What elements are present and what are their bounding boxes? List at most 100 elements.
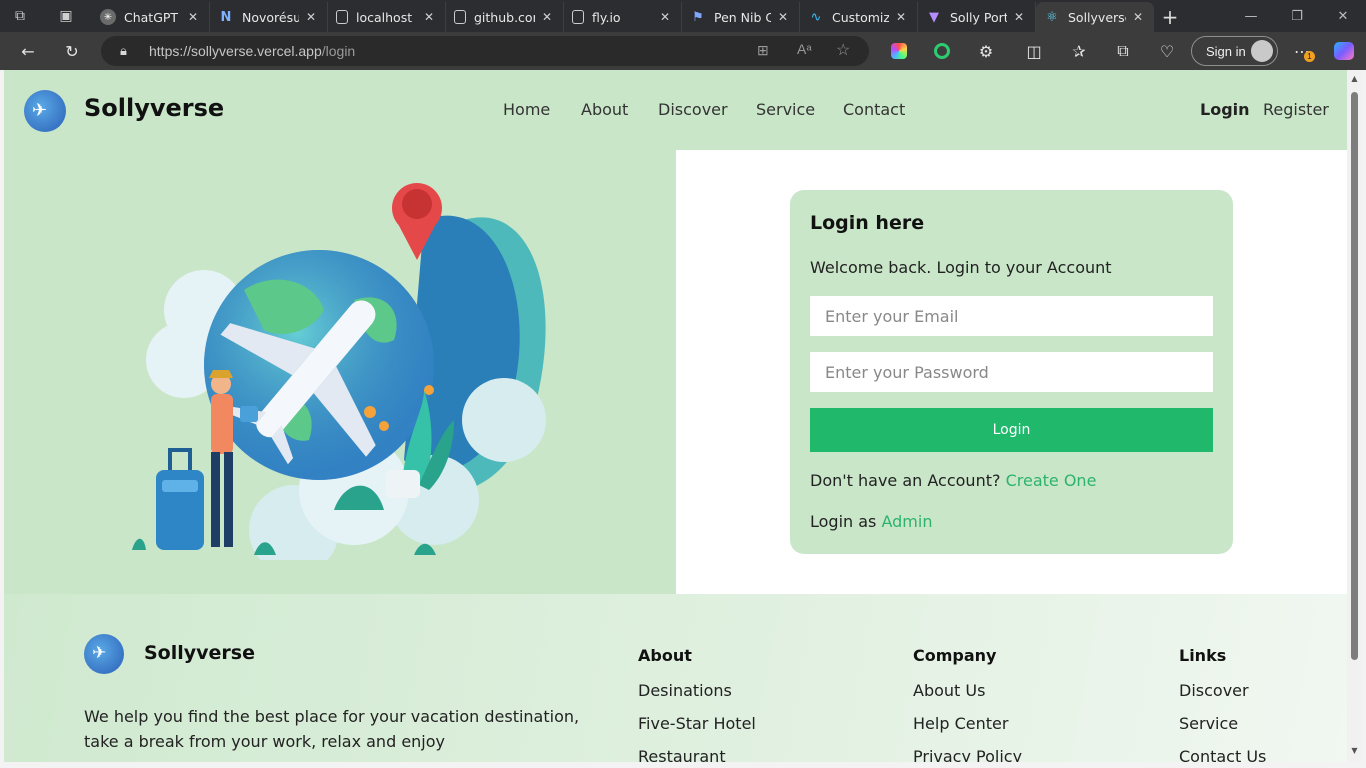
tab-title: fly.io — [592, 9, 621, 25]
tab-title: Sollyverse — [1068, 9, 1126, 25]
footer-link-service[interactable]: Service — [1179, 714, 1266, 733]
create-account-link[interactable]: Create One — [1006, 471, 1097, 490]
collections-icon[interactable]: ⧉ — [1110, 39, 1136, 63]
airplane-icon: ✈ — [92, 643, 107, 663]
tab-flyio[interactable]: fly.io ✕ — [564, 2, 682, 32]
app-available-icon[interactable]: ⊞ — [757, 42, 769, 59]
footer-link-help-center[interactable]: Help Center — [913, 714, 1022, 733]
close-window-icon[interactable]: ✕ — [1320, 0, 1366, 32]
close-icon[interactable]: ✕ — [539, 10, 555, 24]
airplane-icon: ✈ — [32, 100, 48, 121]
refresh-icon[interactable]: ↻ — [59, 39, 85, 63]
footer-brand: Sollyverse — [144, 642, 255, 664]
page-icon — [454, 10, 466, 24]
nav-service[interactable]: Service — [756, 100, 815, 119]
sollyverse-logo[interactable]: ✈ — [24, 90, 66, 132]
sign-in-button[interactable]: Sign in — [1191, 36, 1278, 66]
url-path: /login — [321, 43, 356, 59]
read-aloud-icon[interactable]: Aᵃ — [797, 41, 812, 57]
tab-title: Pen Nib C — [714, 9, 771, 25]
close-icon[interactable]: ✕ — [185, 10, 201, 24]
favorite-star-icon[interactable]: ☆ — [836, 40, 850, 60]
welcome-text: Welcome back. Login to your Account — [810, 258, 1112, 277]
favorites-icon[interactable]: ✰ — [1066, 39, 1092, 63]
nav-home[interactable]: Home — [503, 100, 550, 119]
nav-contact[interactable]: Contact — [843, 100, 905, 119]
brand-name[interactable]: Sollyverse — [84, 94, 224, 122]
footer-link-destinations[interactable]: Desinations — [638, 681, 756, 700]
footer-link-discover[interactable]: Discover — [1179, 681, 1266, 700]
footer-link-hotel[interactable]: Five-Star Hotel — [638, 714, 756, 733]
no-account-text: Don't have an Account? — [810, 471, 1001, 490]
close-icon[interactable]: ✕ — [657, 10, 673, 24]
hero-illustration-panel — [4, 150, 676, 594]
tab-title: localhost — [356, 9, 413, 25]
tab-chatgpt[interactable]: ✳ ChatGPT ✕ — [92, 2, 210, 32]
password-field[interactable]: Enter your Password — [810, 352, 1213, 392]
tab-title: Novorésumé — [242, 9, 299, 25]
admin-prefix-text: Login as — [810, 512, 877, 531]
tab-title: github.com — [474, 9, 535, 25]
scroll-up-icon[interactable]: ▲ — [1349, 74, 1360, 83]
novoresume-icon: N — [220, 9, 232, 25]
close-icon[interactable]: ✕ — [1011, 10, 1027, 24]
extension-circle-icon[interactable] — [929, 39, 955, 63]
tab-sollyverse[interactable]: ⚛ Sollyverse ✕ — [1036, 2, 1154, 32]
page-scrollbar[interactable]: ▲ ▼ — [1347, 70, 1362, 762]
footer-link-about-us[interactable]: About Us — [913, 681, 1022, 700]
close-icon[interactable]: ✕ — [303, 10, 319, 24]
tab-pen-nib[interactable]: ⚑ Pen Nib C ✕ — [682, 2, 800, 32]
new-tab-button[interactable]: + — [1154, 2, 1186, 32]
extension-color-icon[interactable] — [886, 39, 912, 63]
browser-window: ⧉ ▣ ✳ ChatGPT ✕ N Novorésumé ✕ localhost… — [0, 0, 1366, 768]
close-icon[interactable]: ✕ — [1130, 10, 1146, 24]
address-toolbar: ← ↻ 🔒︎ https://sollyverse.vercel.app/log… — [0, 32, 1366, 70]
footer-logo[interactable]: ✈ — [84, 634, 124, 674]
scroll-down-icon[interactable]: ▼ — [1349, 746, 1360, 755]
footer-link-contact[interactable]: Contact Us — [1179, 747, 1266, 762]
footer-column-company: Company About Us Help Center Privacy Pol… — [913, 646, 1022, 762]
tab-title: Customizi — [832, 9, 889, 25]
nav-discover[interactable]: Discover — [658, 100, 728, 119]
vite-icon: ▼ — [929, 9, 939, 25]
footer-link-restaurant[interactable]: Restaurant — [638, 747, 756, 762]
minimize-icon[interactable]: — — [1228, 0, 1274, 32]
tab-localhost[interactable]: localhost ✕ — [328, 2, 446, 32]
restore-icon[interactable]: ❐ — [1274, 0, 1320, 32]
login-button[interactable]: Login — [810, 408, 1213, 452]
footer-tagline: We help you find the best place for your… — [84, 704, 604, 754]
lock-icon: 🔒︎ — [120, 43, 127, 58]
split-screen-icon[interactable]: ◫ — [1021, 39, 1047, 63]
tab-title: ChatGPT — [124, 9, 179, 25]
close-icon[interactable]: ✕ — [775, 10, 791, 24]
extensions-puzzle-icon[interactable]: ⚙ — [973, 39, 999, 63]
nav-login[interactable]: Login — [1200, 100, 1250, 119]
tab-customize[interactable]: ∿ Customizi ✕ — [800, 2, 918, 32]
tab-novoresume[interactable]: N Novorésumé ✕ — [210, 2, 328, 32]
page-icon — [336, 10, 348, 24]
scrollbar-thumb[interactable] — [1351, 92, 1358, 660]
footer-column-heading: About — [638, 646, 692, 665]
footer-column-links: Links Discover Service Contact Us — [1179, 646, 1266, 762]
tailwind-icon: ∿ — [810, 9, 822, 25]
back-icon[interactable]: ← — [15, 39, 41, 63]
close-icon[interactable]: ✕ — [893, 10, 909, 24]
footer-link-privacy[interactable]: Privacy Policy — [913, 747, 1022, 762]
nav-register[interactable]: Register — [1263, 100, 1329, 119]
admin-login-link[interactable]: Admin — [881, 512, 932, 531]
close-icon[interactable]: ✕ — [421, 10, 437, 24]
site-header: ✈ Sollyverse Home About Discover Service… — [4, 70, 1347, 150]
copilot-icon[interactable] — [1331, 39, 1357, 63]
nav-about[interactable]: About — [581, 100, 628, 119]
tab-github[interactable]: github.com ✕ — [446, 2, 564, 32]
tab-title: Solly Portf — [950, 9, 1007, 25]
tab-solly-portfolio[interactable]: ▼ Solly Portf ✕ — [918, 2, 1036, 32]
site-footer: ✈ Sollyverse We help you find the best p… — [4, 594, 1347, 762]
avatar — [1251, 40, 1273, 62]
tab-actions-icon[interactable]: ▣ — [52, 2, 80, 30]
address-bar[interactable]: 🔒︎ https://sollyverse.vercel.app/login ⊞… — [101, 36, 869, 66]
performance-icon[interactable]: ♡ — [1154, 39, 1180, 63]
email-field[interactable]: Enter your Email — [810, 296, 1213, 336]
workspaces-icon[interactable]: ⧉ — [6, 2, 34, 30]
no-account-row: Don't have an Account? Create One — [810, 471, 1096, 490]
